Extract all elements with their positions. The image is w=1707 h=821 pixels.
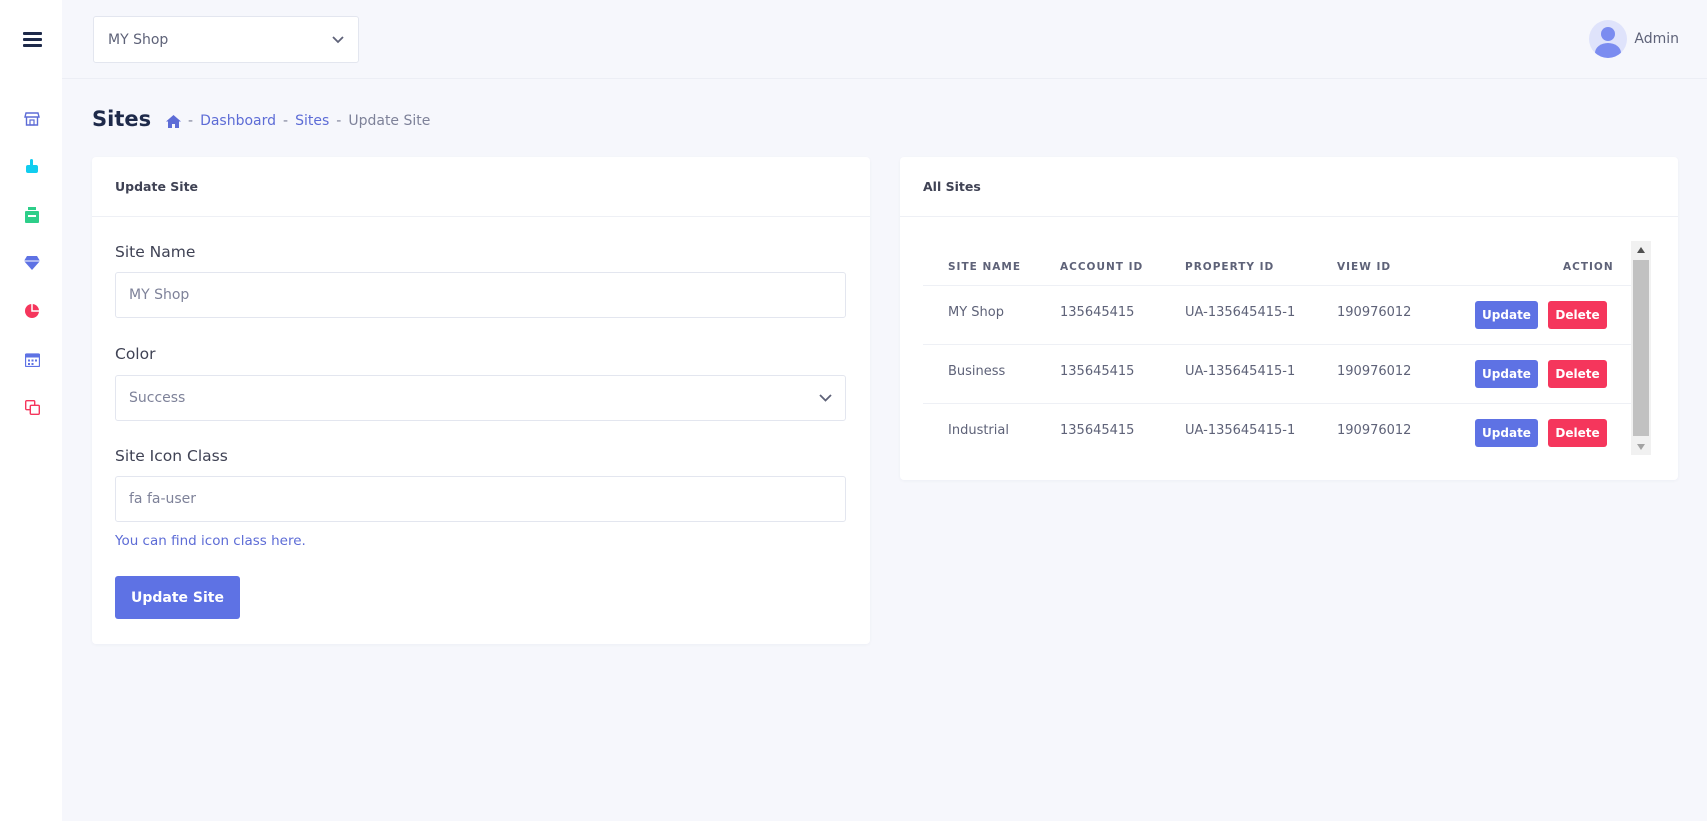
cell-site-name: MY Shop [948, 305, 1004, 320]
cell-account-id: 135645415 [1060, 305, 1135, 320]
breadcrumb-separator: - [336, 113, 342, 129]
update-button[interactable]: Update [1475, 360, 1538, 388]
scrollbar-thumb[interactable] [1633, 260, 1649, 436]
diamond-icon[interactable] [22, 253, 42, 273]
home-icon[interactable] [166, 114, 181, 128]
cell-view-id: 190976012 [1337, 305, 1412, 320]
shop-select-value: MY Shop [108, 31, 169, 48]
avatar [1589, 20, 1628, 58]
breadcrumb-dashboard[interactable]: Dashboard [200, 113, 276, 129]
cell-property-id: UA-135645415-1 [1185, 423, 1296, 438]
user-name: Admin [1634, 31, 1679, 47]
update-button[interactable]: Update [1475, 419, 1538, 447]
cell-site-name: Business [948, 364, 1006, 379]
sidebar [0, 0, 62, 821]
column-header-account-id: ACCOUNT ID [1060, 261, 1144, 273]
site-icon-class-label: Site Icon Class [115, 447, 228, 465]
update-button[interactable]: Update [1475, 301, 1538, 329]
column-header-view-id: VIEW ID [1337, 261, 1392, 273]
breadcrumb-current: Update Site [348, 113, 431, 129]
cell-view-id: 190976012 [1337, 423, 1412, 438]
hamburger-menu-icon[interactable] [23, 32, 42, 47]
cell-account-id: 135645415 [1060, 364, 1135, 379]
table-row: Industrial 135645415 UA-135645415-1 1909… [923, 403, 1631, 462]
hand-pointer-icon[interactable] [22, 157, 42, 177]
column-header-action: ACTION [1563, 261, 1614, 273]
update-site-card-title: Update Site [92, 157, 870, 217]
scroll-up-arrow-icon[interactable] [1631, 241, 1651, 258]
breadcrumb: - Dashboard - Sites - Update Site [166, 113, 430, 129]
table-scrollbar[interactable] [1631, 241, 1651, 455]
chevron-down-icon [819, 390, 832, 406]
site-icon-class-input[interactable]: fa fa-user [115, 476, 846, 522]
store-icon[interactable] [22, 109, 42, 129]
scroll-down-arrow-icon[interactable] [1631, 438, 1651, 455]
column-header-property-id: PROPERTY ID [1185, 261, 1275, 273]
delete-button[interactable]: Delete [1548, 360, 1607, 388]
breadcrumb-separator: - [283, 113, 289, 129]
user-menu[interactable]: Admin [1589, 20, 1679, 58]
calendar-icon[interactable] [22, 349, 42, 369]
cell-view-id: 190976012 [1337, 364, 1412, 379]
topbar: MY Shop Admin [62, 0, 1707, 79]
site-name-label: Site Name [115, 243, 196, 261]
delete-button[interactable]: Delete [1548, 301, 1607, 329]
cell-site-name: Industrial [948, 423, 1009, 438]
delete-button[interactable]: Delete [1548, 419, 1607, 447]
all-sites-card: All Sites SITE NAME ACCOUNT ID PROPERTY … [900, 157, 1678, 480]
breadcrumb-sites[interactable]: Sites [295, 113, 329, 129]
column-header-site-name: SITE NAME [948, 261, 1021, 273]
inventory-icon[interactable] [22, 205, 42, 225]
cell-property-id: UA-135645415-1 [1185, 305, 1296, 320]
site-name-input[interactable]: MY Shop [115, 272, 846, 318]
cell-account-id: 135645415 [1060, 423, 1135, 438]
page-title: Sites [92, 107, 152, 131]
clone-icon[interactable] [22, 397, 42, 417]
cell-property-id: UA-135645415-1 [1185, 364, 1296, 379]
color-select-value: Success [129, 390, 186, 406]
shop-select[interactable]: MY Shop [93, 16, 359, 63]
all-sites-card-title: All Sites [900, 157, 1678, 217]
update-site-button[interactable]: Update Site [115, 576, 240, 619]
icon-class-help-link[interactable]: You can find icon class here. [115, 533, 306, 549]
table-row: Business 135645415 UA-135645415-1 190976… [923, 344, 1631, 403]
site-icon-class-value: fa fa-user [129, 491, 197, 507]
breadcrumb-separator: - [188, 113, 194, 129]
table-row: MY Shop 135645415 UA-135645415-1 1909760… [923, 285, 1631, 344]
update-site-card: Update Site Site Name MY Shop Color Succ… [92, 157, 870, 644]
color-select[interactable]: Success [115, 375, 846, 421]
color-label: Color [115, 345, 156, 363]
pie-chart-icon[interactable] [22, 301, 42, 321]
chevron-down-icon [332, 32, 344, 48]
site-name-value: MY Shop [129, 287, 190, 303]
